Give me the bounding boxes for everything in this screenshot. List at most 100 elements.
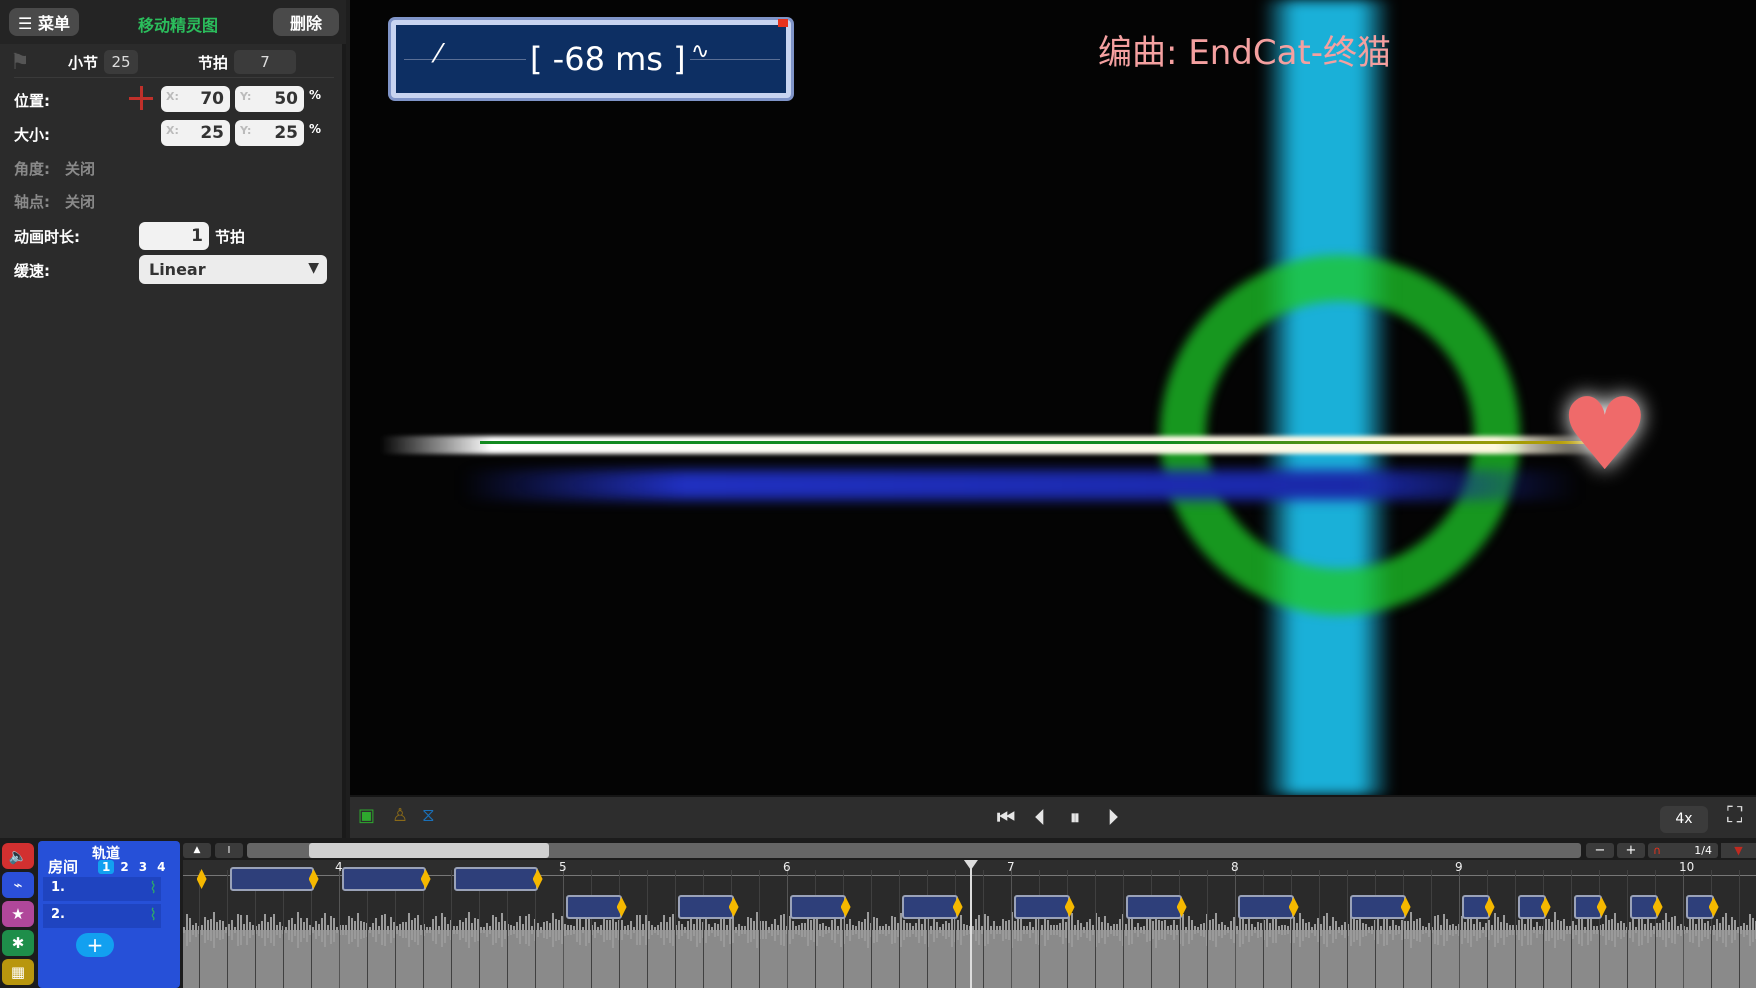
angle-toggle[interactable]: 关闭 — [65, 158, 95, 179]
waveform-bar — [672, 913, 674, 947]
waveform-bar — [597, 926, 599, 934]
snap-control[interactable]: ∩ 1/4 — [1648, 843, 1718, 858]
next-icon[interactable]: ⏵ — [1108, 805, 1118, 829]
size-y-input[interactable]: Y: 25 — [235, 120, 304, 146]
room-tab-3[interactable]: 3 — [135, 860, 151, 874]
playback-speed-button[interactable]: 4x — [1660, 806, 1708, 833]
waveform-bar — [1719, 923, 1721, 937]
waveform-bar — [237, 914, 239, 946]
timeline-lane[interactable]: 4 5 6 7 8 9 10 — [183, 860, 1756, 988]
waveform-bar — [531, 926, 533, 934]
scrollbar-thumb[interactable] — [309, 843, 549, 858]
waveform-bar — [522, 923, 524, 937]
collapse-button[interactable]: ▲ — [183, 843, 211, 858]
move-sprite-event[interactable] — [453, 867, 538, 891]
move-sprite-event[interactable] — [1013, 895, 1070, 919]
waveform-bar — [231, 919, 233, 941]
beat-tick — [1207, 870, 1208, 988]
move-sprite-event[interactable] — [1125, 895, 1182, 919]
robot-icon[interactable]: ▣ — [358, 805, 375, 826]
move-sprite-event[interactable] — [229, 867, 314, 891]
waveform-bar — [699, 917, 701, 943]
actions-tab[interactable]: ✱ — [2, 930, 34, 956]
move-sprite-event[interactable] — [565, 895, 622, 919]
waveform-bar — [330, 915, 332, 945]
room-tab-1[interactable]: 1 — [98, 860, 115, 874]
waveform-bar — [495, 916, 497, 944]
move-sprite-event[interactable] — [901, 895, 958, 919]
pivot-toggle[interactable]: 关闭 — [65, 191, 95, 212]
position-y-input[interactable]: Y: 50 — [235, 86, 304, 112]
move-sprite-event[interactable] — [1237, 895, 1294, 919]
delete-button[interactable]: 删除 — [273, 8, 339, 36]
metronome-icon[interactable]: ⧖ — [422, 805, 435, 826]
track-row-2[interactable]: 2. ⌇ — [43, 904, 161, 928]
waveform-bar — [1749, 914, 1751, 946]
sprites-tab[interactable]: ★ — [2, 901, 34, 927]
crosshair-icon[interactable] — [129, 86, 153, 110]
waveform-bar — [1464, 921, 1466, 939]
ease-select[interactable]: Linear ▼ — [139, 255, 327, 284]
waveform-bar — [351, 918, 353, 942]
waveform-bar — [1623, 923, 1625, 937]
move-sprite-event[interactable] — [1349, 895, 1406, 919]
sound-tab[interactable]: 🔈 — [2, 843, 34, 869]
rooms-tab[interactable]: ▦ — [2, 959, 34, 985]
duration-input[interactable]: 1 — [139, 222, 209, 250]
beat-tick — [1151, 870, 1152, 988]
room-tab-2[interactable]: 2 — [116, 860, 132, 874]
add-row-button[interactable]: + — [76, 933, 114, 957]
waveform-bar — [780, 915, 782, 945]
waveform-bar — [513, 925, 515, 935]
waveform-bar — [1308, 921, 1310, 939]
zoom-in-button[interactable]: + — [1617, 843, 1645, 858]
waveform-bar — [1644, 924, 1646, 936]
waveform-bar — [1713, 925, 1715, 935]
waveform-bar — [936, 921, 938, 939]
waveform-bar — [438, 925, 440, 935]
beat-input[interactable]: 7 — [234, 50, 296, 74]
waveform-bar — [1182, 913, 1184, 947]
move-sprite-event[interactable] — [341, 867, 426, 891]
waveform-bar — [1170, 925, 1172, 935]
waveform-bar — [777, 925, 779, 935]
waveform-bar — [267, 922, 269, 938]
move-sprite-event[interactable] — [789, 895, 846, 919]
waveform-icon: ⁄ — [436, 39, 441, 69]
skip-to-start-icon[interactable]: ⏮ — [997, 805, 1015, 829]
beat-tick — [703, 870, 704, 988]
room-tab-4[interactable]: 4 — [153, 860, 169, 874]
track-row-1[interactable]: 1. ⌇ — [43, 877, 161, 901]
character-icon[interactable]: ♙ — [392, 805, 408, 826]
fit-button[interactable]: I — [215, 843, 243, 858]
pause-icon[interactable]: ⏸ — [1070, 805, 1080, 829]
rows-tab[interactable]: ⌁ — [2, 872, 34, 898]
bar-number: 7 — [1007, 860, 1015, 874]
horizontal-scrollbar[interactable] — [247, 843, 1581, 858]
waveform-bar — [1497, 916, 1499, 944]
waveform-bar — [798, 925, 800, 935]
previous-icon[interactable]: ⏴ — [1035, 805, 1045, 829]
bar-input[interactable]: 25 — [104, 50, 138, 74]
waveform-bar — [270, 916, 272, 944]
waveform-bar — [582, 926, 584, 934]
waveform-bar — [753, 921, 755, 939]
filter-icon[interactable]: ▼ — [1721, 843, 1756, 858]
waveform-bar — [1293, 916, 1295, 944]
size-x-input[interactable]: X: 25 — [161, 120, 230, 146]
zoom-out-button[interactable]: − — [1586, 843, 1614, 858]
fullscreen-icon[interactable]: ⛶ — [1727, 803, 1742, 828]
waveform-bar — [1620, 921, 1622, 939]
waveform-bar — [1017, 919, 1019, 941]
waveform-bar — [984, 914, 986, 946]
menu-button[interactable]: ☰ 菜单 — [9, 8, 79, 36]
waveform-bar — [1107, 923, 1109, 937]
waveform-bar — [420, 924, 422, 936]
position-x-input[interactable]: X: 70 — [161, 86, 230, 112]
waveform-bar — [744, 925, 746, 935]
playhead[interactable] — [969, 860, 972, 988]
move-sprite-event[interactable] — [677, 895, 734, 919]
waveform-bar — [837, 925, 839, 935]
waveform-bar — [321, 917, 323, 943]
waveform-bar — [315, 921, 317, 939]
